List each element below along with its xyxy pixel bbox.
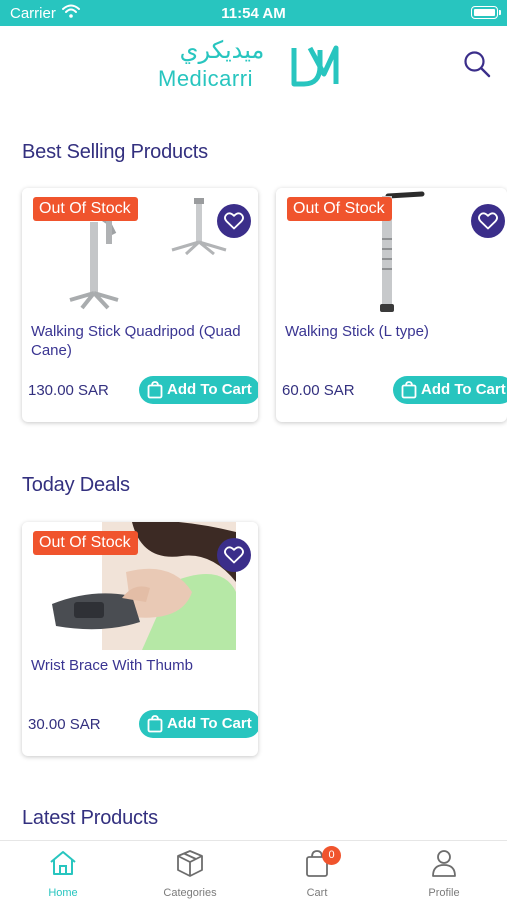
heart-icon: [224, 212, 244, 230]
clock: 11:54 AM: [221, 5, 286, 22]
out-of-stock-badge: Out Of Stock: [33, 197, 138, 221]
box-icon: [177, 850, 203, 877]
product-price: 60.00 SAR: [282, 382, 355, 399]
tab-profile-label: Profile: [428, 887, 460, 899]
out-of-stock-badge: Out Of Stock: [287, 197, 392, 221]
heart-icon: [224, 546, 244, 564]
product-name[interactable]: Wrist Brace With Thumb: [31, 656, 253, 675]
add-to-cart-label: Add To Cart: [167, 381, 252, 398]
logo-mark-icon: [291, 45, 339, 87]
product-price: 130.00 SAR: [28, 382, 109, 399]
today-deals-title: Today Deals: [22, 474, 130, 496]
tab-profile[interactable]: Profile: [381, 841, 507, 900]
favorite-button[interactable]: [217, 538, 251, 572]
product-price: 30.00 SAR: [28, 716, 101, 733]
shopping-bag-icon: [401, 381, 417, 399]
add-to-cart-label: Add To Cart: [167, 715, 252, 732]
tab-home[interactable]: Home: [0, 841, 126, 900]
shopping-bag-icon: [147, 381, 163, 399]
add-to-cart-button[interactable]: Add To Cart: [139, 710, 258, 738]
user-icon: [432, 850, 456, 877]
product-name[interactable]: Walking Stick (L type): [285, 322, 507, 341]
tab-categories-label: Categories: [163, 887, 217, 899]
logo-arabic-text: ميديكري: [179, 36, 265, 64]
product-name[interactable]: Walking Stick Quadripod (Quad Cane): [31, 322, 253, 360]
cart-count-badge: 0: [322, 846, 341, 865]
favorite-button[interactable]: [217, 204, 251, 238]
add-to-cart-button[interactable]: Add To Cart: [139, 376, 258, 404]
heart-icon: [478, 212, 498, 230]
app-header: ميديكري Medicarri: [0, 26, 507, 106]
tab-home-label: Home: [48, 887, 78, 899]
out-of-stock-badge: Out Of Stock: [33, 531, 138, 555]
latest-products-title: Latest Products: [22, 807, 158, 829]
status-bar: Carrier 11:54 AM: [0, 0, 507, 26]
search-button[interactable]: [462, 49, 492, 79]
best-selling-title: Best Selling Products: [22, 141, 208, 163]
home-icon: [50, 851, 76, 875]
product-card[interactable]: Out Of Stock Walking Stick Quadripod (Qu…: [22, 188, 258, 422]
logo-latin-text: Medicarri: [158, 66, 253, 91]
tab-categories[interactable]: Categories: [127, 841, 253, 900]
tab-cart[interactable]: Cart: [254, 841, 380, 900]
shopping-bag-icon: [147, 715, 163, 733]
medicarri-logo[interactable]: ميديكري Medicarri: [158, 36, 348, 96]
tab-cart-label: Cart: [306, 887, 328, 899]
deal-card[interactable]: Out Of Stock Wrist Brace With Thumb 30.0…: [22, 522, 258, 756]
bottom-tab-bar: Home Categories Cart 0 Profile: [0, 840, 507, 900]
product-card[interactable]: Out Of Stock Walking Stick (L type) 60.0…: [276, 188, 507, 422]
add-to-cart-button[interactable]: Add To Cart: [393, 376, 507, 404]
favorite-button[interactable]: [471, 204, 505, 238]
battery-icon: [471, 6, 501, 19]
search-icon: [464, 51, 491, 78]
add-to-cart-label: Add To Cart: [421, 381, 506, 398]
